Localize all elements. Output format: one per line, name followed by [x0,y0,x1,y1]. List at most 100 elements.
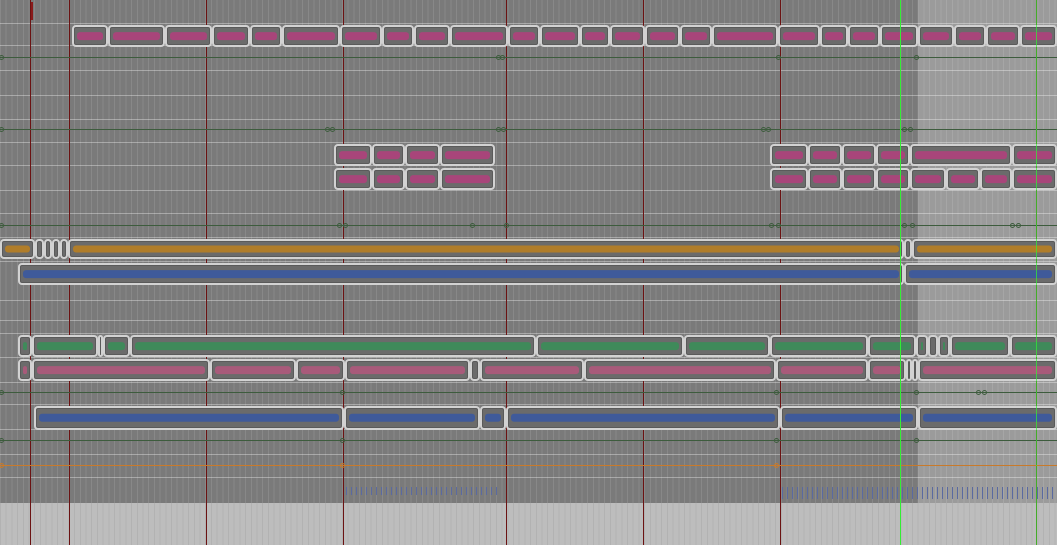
audio-clip[interactable] [282,25,340,47]
audio-clip[interactable] [212,25,250,47]
audio-clip[interactable] [440,168,495,190]
audio-clip[interactable] [684,335,770,357]
audio-clip[interactable] [506,406,780,430]
audio-clip[interactable] [645,25,680,47]
audio-clip[interactable] [1010,335,1057,357]
audio-clip[interactable] [580,25,610,47]
audio-clip[interactable] [986,25,1020,47]
audio-clip[interactable] [414,25,450,47]
audio-clip[interactable] [954,25,986,47]
waveform [923,413,1052,423]
audio-clip[interactable] [770,335,868,357]
audio-clip[interactable] [910,144,1012,166]
audio-clip[interactable] [910,168,946,190]
audio-clip[interactable] [584,359,776,381]
audio-clip[interactable] [938,335,950,357]
audio-clip[interactable] [0,239,35,259]
audio-clip[interactable] [35,239,44,259]
audio-clip[interactable] [210,359,296,381]
waveform [410,175,435,183]
audio-clip[interactable] [536,335,684,357]
audio-clip[interactable] [868,359,906,381]
audio-clip[interactable] [60,239,68,259]
audio-clip[interactable] [980,168,1012,190]
audio-clip[interactable] [480,406,506,430]
waveform [113,32,160,40]
audio-clip[interactable] [372,168,405,190]
audio-clip[interactable] [770,144,808,166]
audio-clip[interactable] [848,25,880,47]
audio-clip[interactable] [480,359,584,381]
audio-clip[interactable] [334,144,372,166]
audio-clip[interactable] [842,144,876,166]
audio-clip[interactable] [918,359,1057,381]
audio-clip[interactable] [405,168,440,190]
audio-clip[interactable] [776,359,868,381]
audio-clip[interactable] [918,25,954,47]
audio-clip[interactable] [372,144,405,166]
audio-clip[interactable] [880,25,918,47]
audio-clip[interactable] [32,335,98,357]
audio-clip[interactable] [72,25,108,47]
audio-clip[interactable] [345,359,470,381]
audio-clip[interactable] [334,168,372,190]
audio-clip[interactable] [680,25,712,47]
waveform [585,32,605,40]
audio-clip[interactable] [450,25,508,47]
audio-clip[interactable] [842,168,876,190]
clips-area[interactable] [0,0,1057,545]
audio-clip[interactable] [250,25,282,47]
audio-clip[interactable] [44,239,52,259]
audio-clip[interactable] [108,25,165,47]
audio-clip[interactable] [165,25,212,47]
audio-clip[interactable] [946,168,980,190]
audio-clip[interactable] [540,25,580,47]
waveform [23,270,899,278]
arrangement-view[interactable] [0,0,1057,545]
waveform [813,175,837,183]
audio-clip[interactable] [405,144,440,166]
audio-clip[interactable] [18,359,32,381]
audio-clip[interactable] [770,168,808,190]
waveform [513,32,535,40]
waveform [455,32,503,40]
audio-clip[interactable] [296,359,345,381]
audio-clip[interactable] [868,335,916,357]
audio-clip[interactable] [103,335,130,357]
waveform [73,245,899,253]
audio-clip[interactable] [440,144,495,166]
audio-clip[interactable] [712,25,778,47]
audio-clip[interactable] [32,359,210,381]
audio-clip[interactable] [1012,168,1057,190]
audio-clip[interactable] [950,335,1010,357]
audio-clip[interactable] [1020,25,1057,47]
audio-clip[interactable] [904,239,912,259]
audio-clip[interactable] [808,168,842,190]
audio-clip[interactable] [610,25,645,47]
audio-clip[interactable] [928,335,938,357]
audio-clip[interactable] [34,406,344,430]
audio-clip[interactable] [808,144,842,166]
audio-clip[interactable] [1012,144,1057,166]
audio-clip[interactable] [382,25,414,47]
audio-clip[interactable] [778,25,820,47]
audio-clip[interactable] [52,239,60,259]
audio-clip[interactable] [780,406,918,430]
audio-clip[interactable] [916,335,928,357]
audio-clip[interactable] [18,263,904,285]
audio-clip[interactable] [904,263,1057,285]
audio-clip[interactable] [918,406,1057,430]
audio-clip[interactable] [876,144,910,166]
audio-clip[interactable] [130,335,536,357]
audio-clip[interactable] [344,406,480,430]
waveform [350,366,465,374]
audio-clip[interactable] [18,335,32,357]
audio-clip[interactable] [508,25,540,47]
waveform [511,413,775,423]
audio-clip[interactable] [912,239,1057,259]
audio-clip[interactable] [470,359,480,381]
audio-clip[interactable] [340,25,382,47]
audio-clip[interactable] [68,239,904,259]
audio-clip[interactable] [876,168,910,190]
audio-clip[interactable] [820,25,848,47]
